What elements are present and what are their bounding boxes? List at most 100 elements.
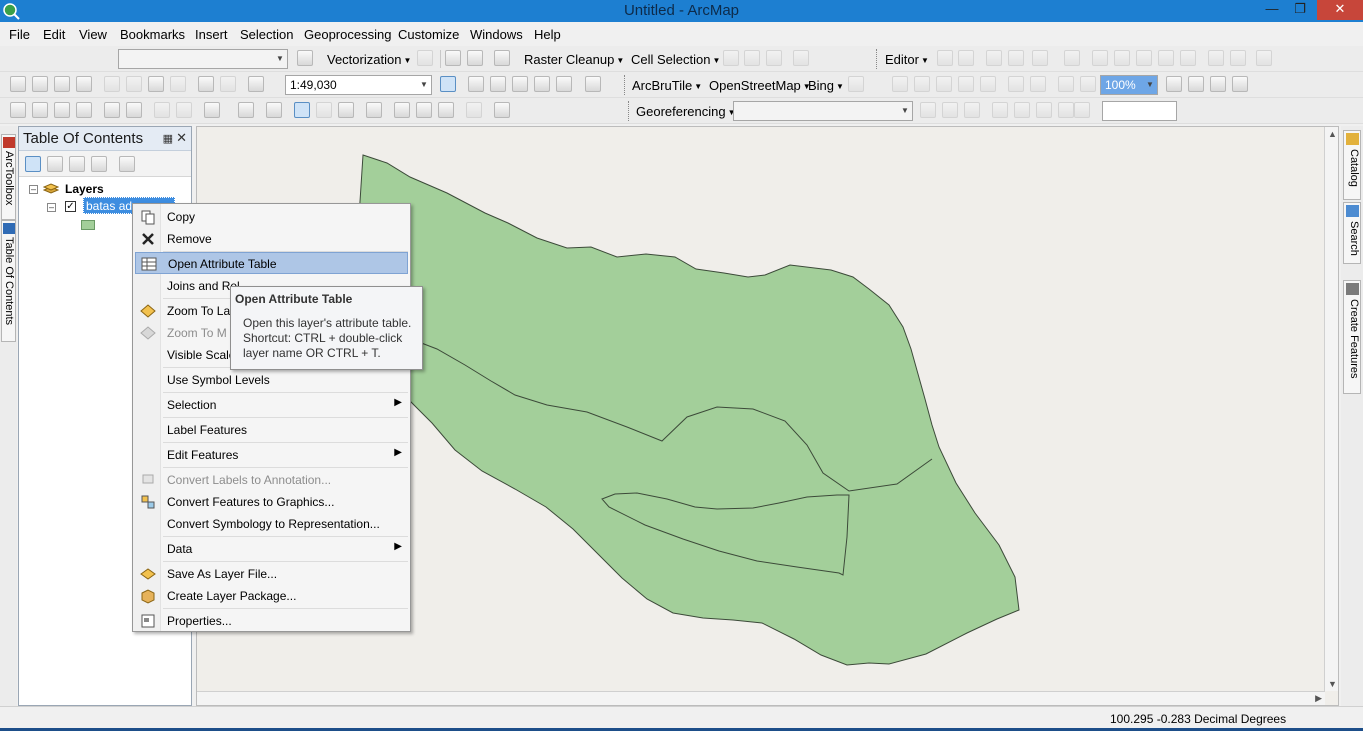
pin-icon[interactable]: ▦ — [163, 132, 173, 145]
tab-catalog[interactable]: Catalog — [1343, 130, 1361, 200]
fixed-zoom-out-icon[interactable] — [1030, 76, 1046, 92]
menu-item-copy[interactable]: Copy — [135, 206, 408, 228]
go-to-xy-icon[interactable] — [438, 102, 454, 118]
redo-icon[interactable] — [220, 76, 236, 92]
cut-icon[interactable] — [104, 76, 120, 92]
tab-search[interactable]: Search — [1343, 202, 1361, 264]
paste-icon[interactable] — [148, 76, 164, 92]
menu-item-edit-features[interactable]: Edit Features ▶ — [135, 444, 408, 466]
reset-transform-icon[interactable] — [1074, 102, 1090, 118]
menu-bookmarks[interactable]: Bookmarks — [120, 27, 185, 42]
cell-select-icon[interactable] — [723, 50, 739, 66]
model-builder-icon[interactable] — [585, 76, 601, 92]
georef-layer-combo[interactable]: ▼ — [733, 101, 913, 121]
tab-table-of-contents[interactable]: Table Of Contents — [1, 220, 16, 342]
georef-rotate-input[interactable] — [1102, 101, 1177, 121]
catalog-window-icon[interactable] — [490, 76, 506, 92]
new-document-icon[interactable] — [10, 76, 26, 92]
save-icon[interactable] — [54, 76, 70, 92]
menu-item-use-symbol-levels[interactable]: Use Symbol Levels — [135, 369, 408, 391]
find-binoculars-icon[interactable] — [394, 102, 410, 118]
bing-menu[interactable]: Bing ▼ — [808, 78, 844, 93]
toggle-draft-mode-icon[interactable] — [1166, 76, 1182, 92]
map-scale-combo[interactable]: 1:49,030 ▼ — [285, 75, 432, 95]
scroll-down-icon[interactable]: ▼ — [1328, 679, 1337, 689]
scale-georef-icon[interactable] — [964, 102, 980, 118]
menu-item-data[interactable]: Data ▶ — [135, 538, 408, 560]
maximize-button[interactable]: ❐ — [1287, 0, 1313, 20]
minimize-button[interactable]: — — [1259, 0, 1285, 20]
editor-menu[interactable]: Editor ▼ — [885, 52, 929, 67]
cell-selection-menu[interactable]: Cell Selection ▼ — [631, 52, 720, 67]
menu-selection[interactable]: Selection — [240, 27, 293, 42]
find-route-icon[interactable] — [416, 102, 432, 118]
straight-segment-icon[interactable] — [986, 50, 1002, 66]
admin-boundary-polygon[interactable] — [358, 154, 1020, 666]
menu-item-properties[interactable]: Properties... — [135, 610, 408, 632]
close-icon[interactable]: ✕ — [176, 130, 187, 146]
select-features-icon[interactable] — [204, 102, 220, 118]
vectorization-settings-icon[interactable] — [297, 50, 313, 66]
collapse-layer-icon[interactable]: – — [47, 203, 56, 212]
forward-extent-icon[interactable] — [1080, 76, 1096, 92]
shift-georef-icon[interactable] — [942, 102, 958, 118]
time-slider-icon[interactable] — [466, 102, 482, 118]
add-control-points-icon[interactable] — [992, 102, 1008, 118]
toc-window-icon[interactable] — [468, 76, 484, 92]
fixed-zoom-in-icon[interactable] — [1008, 76, 1024, 92]
menu-edit[interactable]: Edit — [43, 27, 65, 42]
menu-item-create-layer-package[interactable]: Create Layer Package... — [135, 585, 408, 607]
layer-visibility-checkbox[interactable]: ✓ — [65, 201, 76, 212]
raster-cleanup-menu[interactable]: Raster Cleanup ▼ — [524, 52, 624, 67]
vectorization-tool-icon[interactable] — [417, 50, 433, 66]
zoom-100-icon[interactable] — [980, 76, 996, 92]
toc-options-icon[interactable] — [119, 156, 135, 172]
list-by-selection-icon[interactable] — [91, 156, 107, 172]
download-icon[interactable] — [848, 76, 864, 92]
fixed-zoom-out-map-icon[interactable] — [126, 102, 142, 118]
copy-icon[interactable] — [126, 76, 142, 92]
toolbar-grip[interactable] — [624, 75, 628, 95]
menu-item-convert-symbology[interactable]: Convert Symbology to Representation... — [135, 513, 408, 535]
menu-geoprocessing[interactable]: Geoprocessing — [304, 27, 391, 42]
layout-pan-icon[interactable] — [936, 76, 952, 92]
point-icon[interactable] — [1064, 50, 1080, 66]
delete-icon[interactable] — [170, 76, 186, 92]
editor-toolbar-icon[interactable] — [440, 76, 456, 92]
list-by-source-icon[interactable] — [47, 156, 63, 172]
openstreetmap-menu[interactable]: OpenStreetMap ▼ — [709, 78, 811, 93]
view-link-table-icon[interactable] — [1036, 102, 1052, 118]
edit-tool-icon[interactable] — [937, 50, 953, 66]
tab-arctoolbox[interactable]: ArcToolbox — [1, 134, 16, 220]
menu-customize[interactable]: Customize — [398, 27, 459, 42]
split-icon[interactable] — [1158, 50, 1174, 66]
change-layout-icon[interactable] — [1210, 76, 1226, 92]
list-by-visibility-icon[interactable] — [69, 156, 85, 172]
back-extent-icon[interactable] — [1058, 76, 1074, 92]
menu-item-label-features[interactable]: Label Features — [135, 419, 408, 441]
zoom-out-icon[interactable] — [32, 102, 48, 118]
forward-arrow-icon[interactable] — [176, 102, 192, 118]
pan-hand-icon[interactable] — [54, 102, 70, 118]
zoom-in-icon[interactable] — [10, 102, 26, 118]
attributes-icon[interactable] — [1208, 50, 1224, 66]
menu-insert[interactable]: Insert — [195, 27, 228, 42]
list-by-drawing-order-icon[interactable] — [25, 156, 41, 172]
back-arrow-icon[interactable] — [154, 102, 170, 118]
arcbrutile-menu[interactable]: ArcBruTile ▼ — [632, 78, 702, 93]
reshape-icon[interactable] — [1114, 50, 1130, 66]
hyperlink-icon[interactable] — [316, 102, 332, 118]
identify-icon[interactable] — [294, 102, 310, 118]
zoom-percent-combo[interactable]: 100% ▼ — [1100, 75, 1158, 95]
search-window-icon[interactable] — [512, 76, 528, 92]
zoom-whole-page-icon[interactable] — [958, 76, 974, 92]
cell-select-add-icon[interactable] — [744, 50, 760, 66]
cell-select-remove-icon[interactable] — [766, 50, 782, 66]
menu-item-save-as-layer-file[interactable]: Save As Layer File... — [135, 563, 408, 585]
measure-icon[interactable] — [366, 102, 382, 118]
data-driven-pages-icon[interactable] — [1232, 76, 1248, 92]
menu-file[interactable]: File — [9, 27, 30, 42]
undo-icon[interactable] — [198, 76, 214, 92]
sketch-properties-icon[interactable] — [1230, 50, 1246, 66]
create-viewer-window-icon[interactable] — [494, 102, 510, 118]
